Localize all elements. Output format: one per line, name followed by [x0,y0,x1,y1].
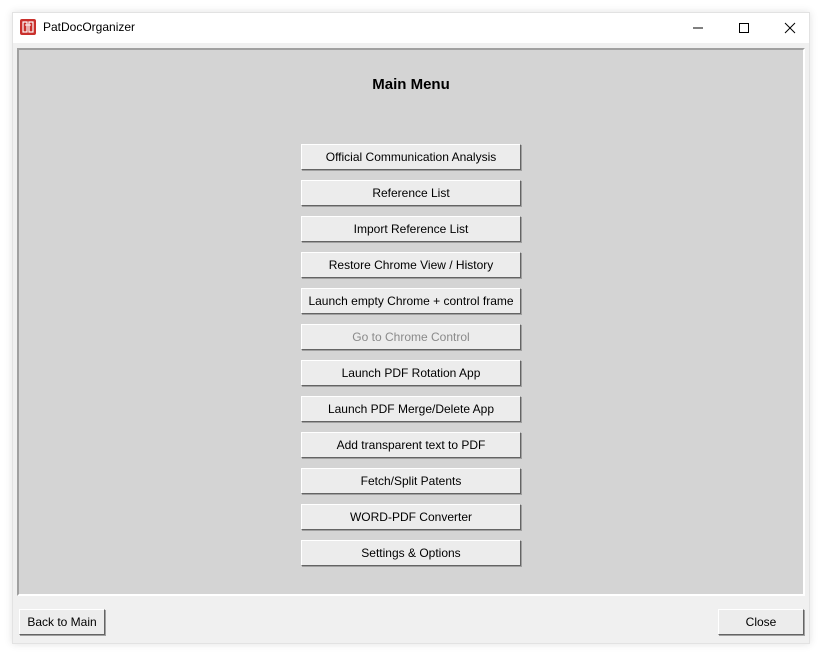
window-title: PatDocOrganizer [43,20,136,34]
import-reference-list-button[interactable]: Import Reference List [301,216,521,242]
back-to-main-button[interactable]: Back to Main [19,609,105,635]
add-transparent-text-button[interactable]: Add transparent text to PDF [301,432,521,458]
app-logo-icon [20,19,36,35]
restore-chrome-view-button[interactable]: Restore Chrome View / History [301,252,521,278]
close-icon [784,22,796,34]
maximize-button[interactable] [721,13,767,43]
word-pdf-converter-button[interactable]: WORD-PDF Converter [301,504,521,530]
official-communication-analysis-button[interactable]: Official Communication Analysis [301,144,521,170]
title-bar[interactable]: PatDocOrganizer [13,13,809,43]
launch-empty-chrome-button[interactable]: Launch empty Chrome + control frame [301,288,521,314]
page-title: Main Menu [372,76,450,93]
window-close-button[interactable] [767,13,813,43]
settings-options-button[interactable]: Settings & Options [301,540,521,566]
minimize-icon [693,27,703,29]
app-window: PatDocOrganizer Main Menu Official Commu… [12,12,810,644]
main-menu-panel: Main Menu Official Communication Analysi… [17,48,805,596]
go-to-chrome-control-button[interactable]: Go to Chrome Control [301,324,521,350]
launch-pdf-rotation-button[interactable]: Launch PDF Rotation App [301,360,521,386]
launch-pdf-merge-delete-button[interactable]: Launch PDF Merge/Delete App [301,396,521,422]
fetch-split-patents-button[interactable]: Fetch/Split Patents [301,468,521,494]
minimize-button[interactable] [675,13,721,43]
close-button[interactable]: Close [718,609,804,635]
maximize-icon [739,23,749,33]
reference-list-button[interactable]: Reference List [301,180,521,206]
